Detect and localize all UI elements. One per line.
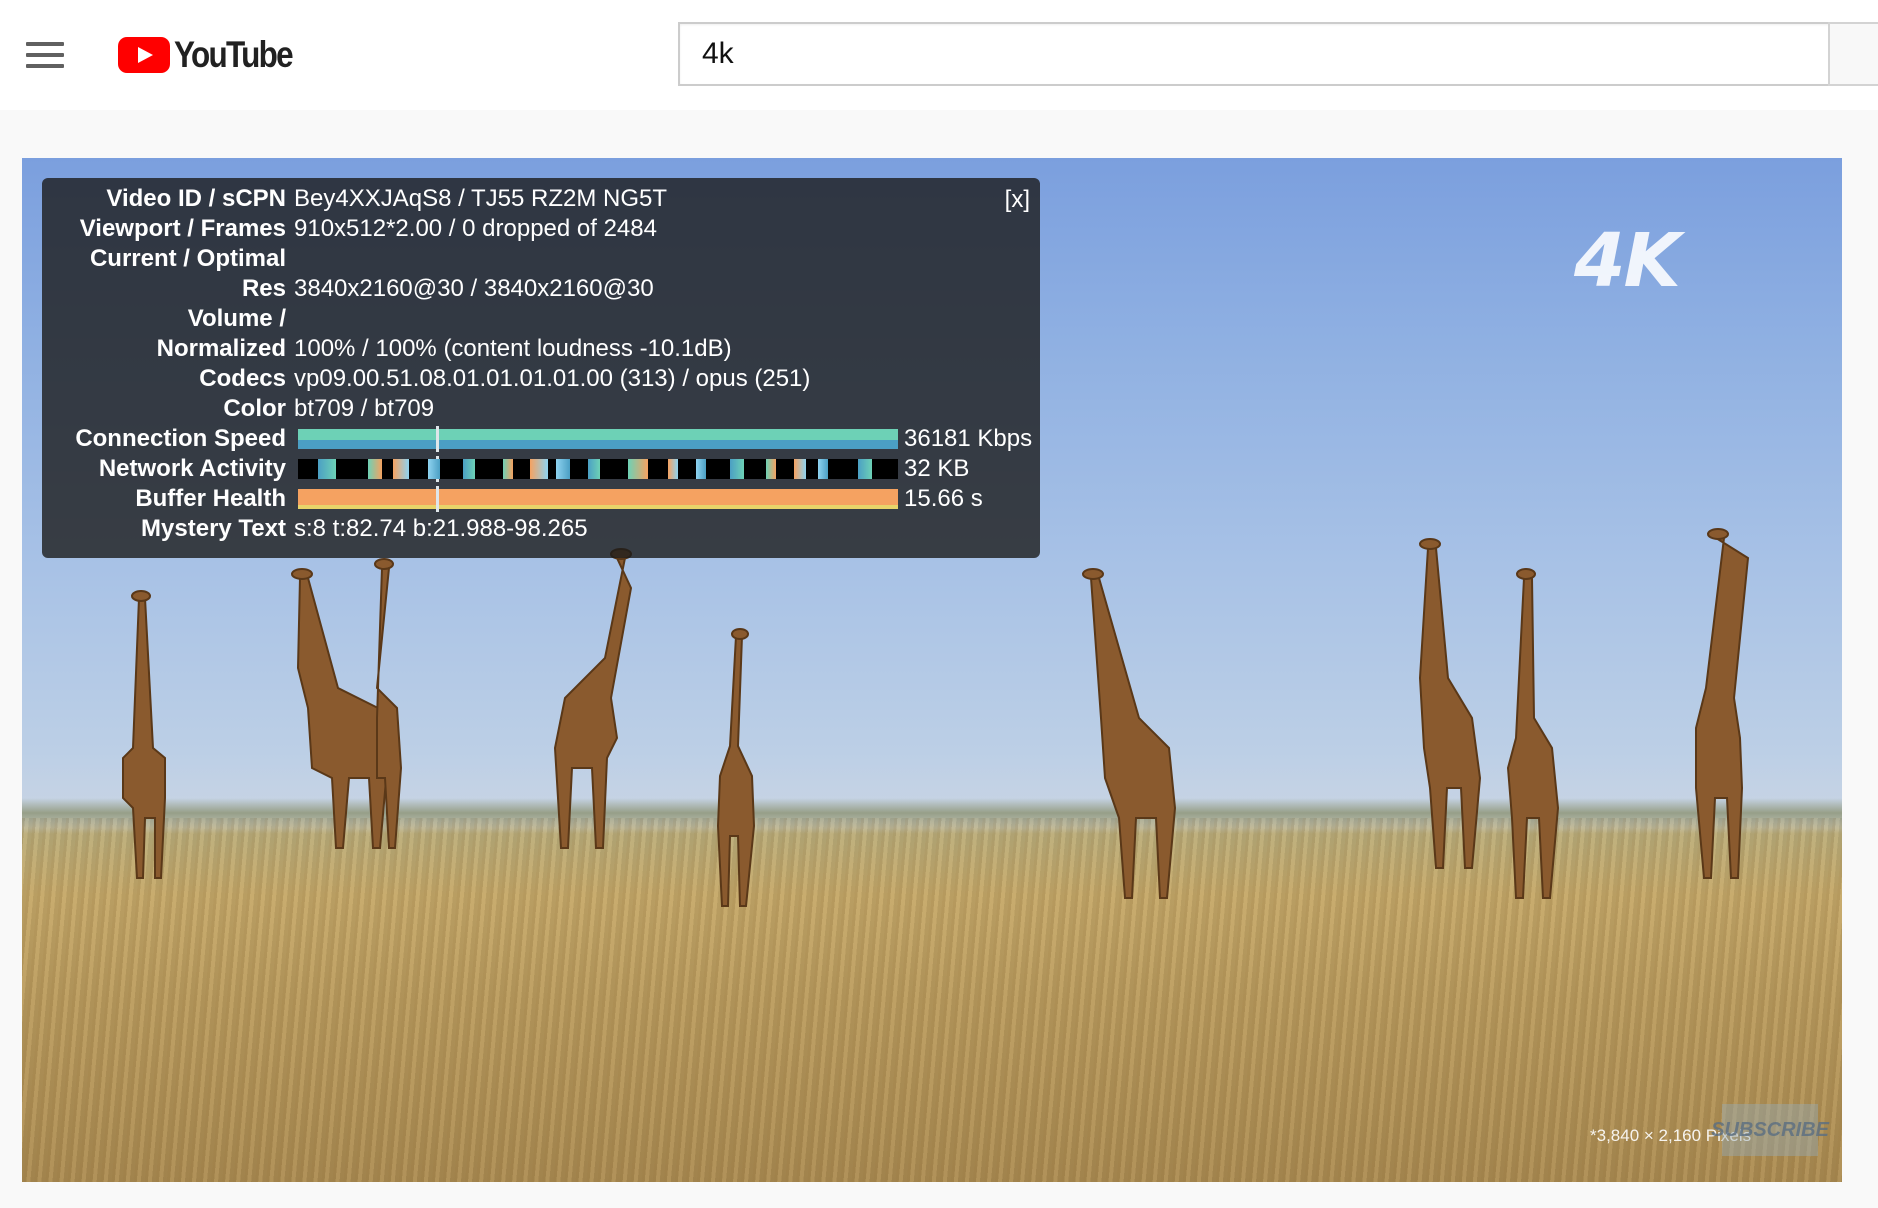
stats-row-current-optimal: Current / Optimal (42, 244, 1040, 274)
logo-text: YouTube (174, 34, 294, 75)
youtube-play-icon (118, 37, 170, 73)
stats-value: 100% / 100% (content loudness -10.1dB) (294, 335, 732, 362)
network-activity-segment (556, 459, 570, 479)
network-activity-segment (696, 459, 706, 479)
stats-row-network-activity: Network Activity 32 KB (42, 454, 1040, 484)
network-activity-segment (628, 459, 648, 479)
hamburger-menu-icon[interactable] (26, 42, 66, 70)
youtube-logo[interactable]: YouTube (118, 34, 313, 75)
masthead: YouTube (0, 0, 1878, 110)
stats-row-codecs: Codecs vp09.00.51.08.01.01.01.01.00 (313… (42, 364, 1040, 394)
stats-value: 3840x2160@30 / 3840x2160@30 (294, 275, 654, 302)
buffer-health-graph (298, 486, 898, 512)
stats-row-volume: Volume / (42, 304, 1040, 334)
video-player[interactable]: 4K *3,840 × 2,160 Pixels SUBSCRIBE [x] V… (22, 158, 1842, 1182)
network-activity-segment (530, 459, 548, 479)
network-activity-segment (393, 459, 409, 479)
stats-row-video-id: Video ID / sCPN Bey4XXJAqS8 / TJ55 RZ2M … (42, 184, 1040, 214)
stats-row-res: Res 3840x2160@30 / 3840x2160@30 (42, 274, 1040, 304)
network-activity-segment (428, 459, 440, 479)
stats-value: Bey4XXJAqS8 / TJ55 RZ2M NG5T (294, 185, 668, 212)
network-activity-segment (318, 459, 336, 479)
stats-row-mystery-text: Mystery Text s:8 t:82.74 b:21.988-98.265 (42, 514, 1040, 544)
stats-value: 15.66 s (904, 485, 983, 512)
graph-marker (436, 486, 439, 512)
network-activity-segment (463, 459, 475, 479)
stats-label: Res (241, 275, 286, 302)
network-activity-segment (588, 459, 600, 479)
network-activity-segment (858, 459, 872, 479)
network-activity-segment (668, 459, 678, 479)
stats-label: Buffer Health (135, 485, 286, 512)
graph-marker (436, 426, 439, 452)
stats-label: Viewport / Frames (79, 215, 286, 242)
stats-value: 32 KB (904, 455, 970, 482)
network-activity-graph (298, 456, 898, 482)
subscribe-watermark[interactable]: SUBSCRIBE (1711, 1104, 1829, 1156)
stats-label: Color (223, 395, 286, 422)
stats-row-color: Color bt709 / bt709 (42, 394, 1040, 424)
stats-value: 910x512*2.00 / 0 dropped of 2484 (294, 215, 657, 242)
stats-label: Mystery Text (141, 515, 286, 542)
network-activity-segment (766, 459, 776, 479)
stats-value: vp09.00.51.08.01.01.01.01.00 (313) / opu… (294, 365, 811, 392)
stats-row-buffer-health: Buffer Health 15.66 s (42, 484, 1040, 514)
stats-for-nerds-panel: [x] Video ID / sCPN Bey4XXJAqS8 / TJ55 R… (42, 178, 1040, 558)
stats-label: Network Activity (98, 455, 286, 482)
stats-row-viewport: Viewport / Frames 910x512*2.00 / 0 dropp… (42, 214, 1040, 244)
4k-badge: 4K (1574, 218, 1681, 304)
stats-label: Current / Optimal (89, 245, 286, 272)
connection-speed-graph (298, 426, 898, 452)
search-button[interactable] (1828, 22, 1878, 86)
search-box[interactable] (678, 22, 1830, 86)
stats-label: Codecs (199, 365, 286, 392)
stats-row-connection-speed: Connection Speed 36181 Kbps (42, 424, 1040, 454)
stats-value: bt709 / bt709 (294, 395, 435, 422)
network-activity-segment (794, 459, 806, 479)
stats-label: Volume / (187, 305, 286, 332)
stats-row-normalized: Normalized 100% / 100% (content loudness… (42, 334, 1040, 364)
stats-label: Normalized (156, 335, 286, 362)
search-input[interactable] (680, 24, 1830, 84)
stats-label: Connection Speed (75, 425, 286, 452)
stats-value: 36181 Kbps (904, 425, 1033, 452)
stats-value: s:8 t:82.74 b:21.988-98.265 (294, 515, 588, 542)
network-activity-segment (503, 459, 513, 479)
stats-label: Video ID / sCPN (106, 185, 286, 212)
network-activity-segment (730, 459, 744, 479)
network-activity-segment (368, 459, 382, 479)
network-activity-segment (818, 459, 828, 479)
